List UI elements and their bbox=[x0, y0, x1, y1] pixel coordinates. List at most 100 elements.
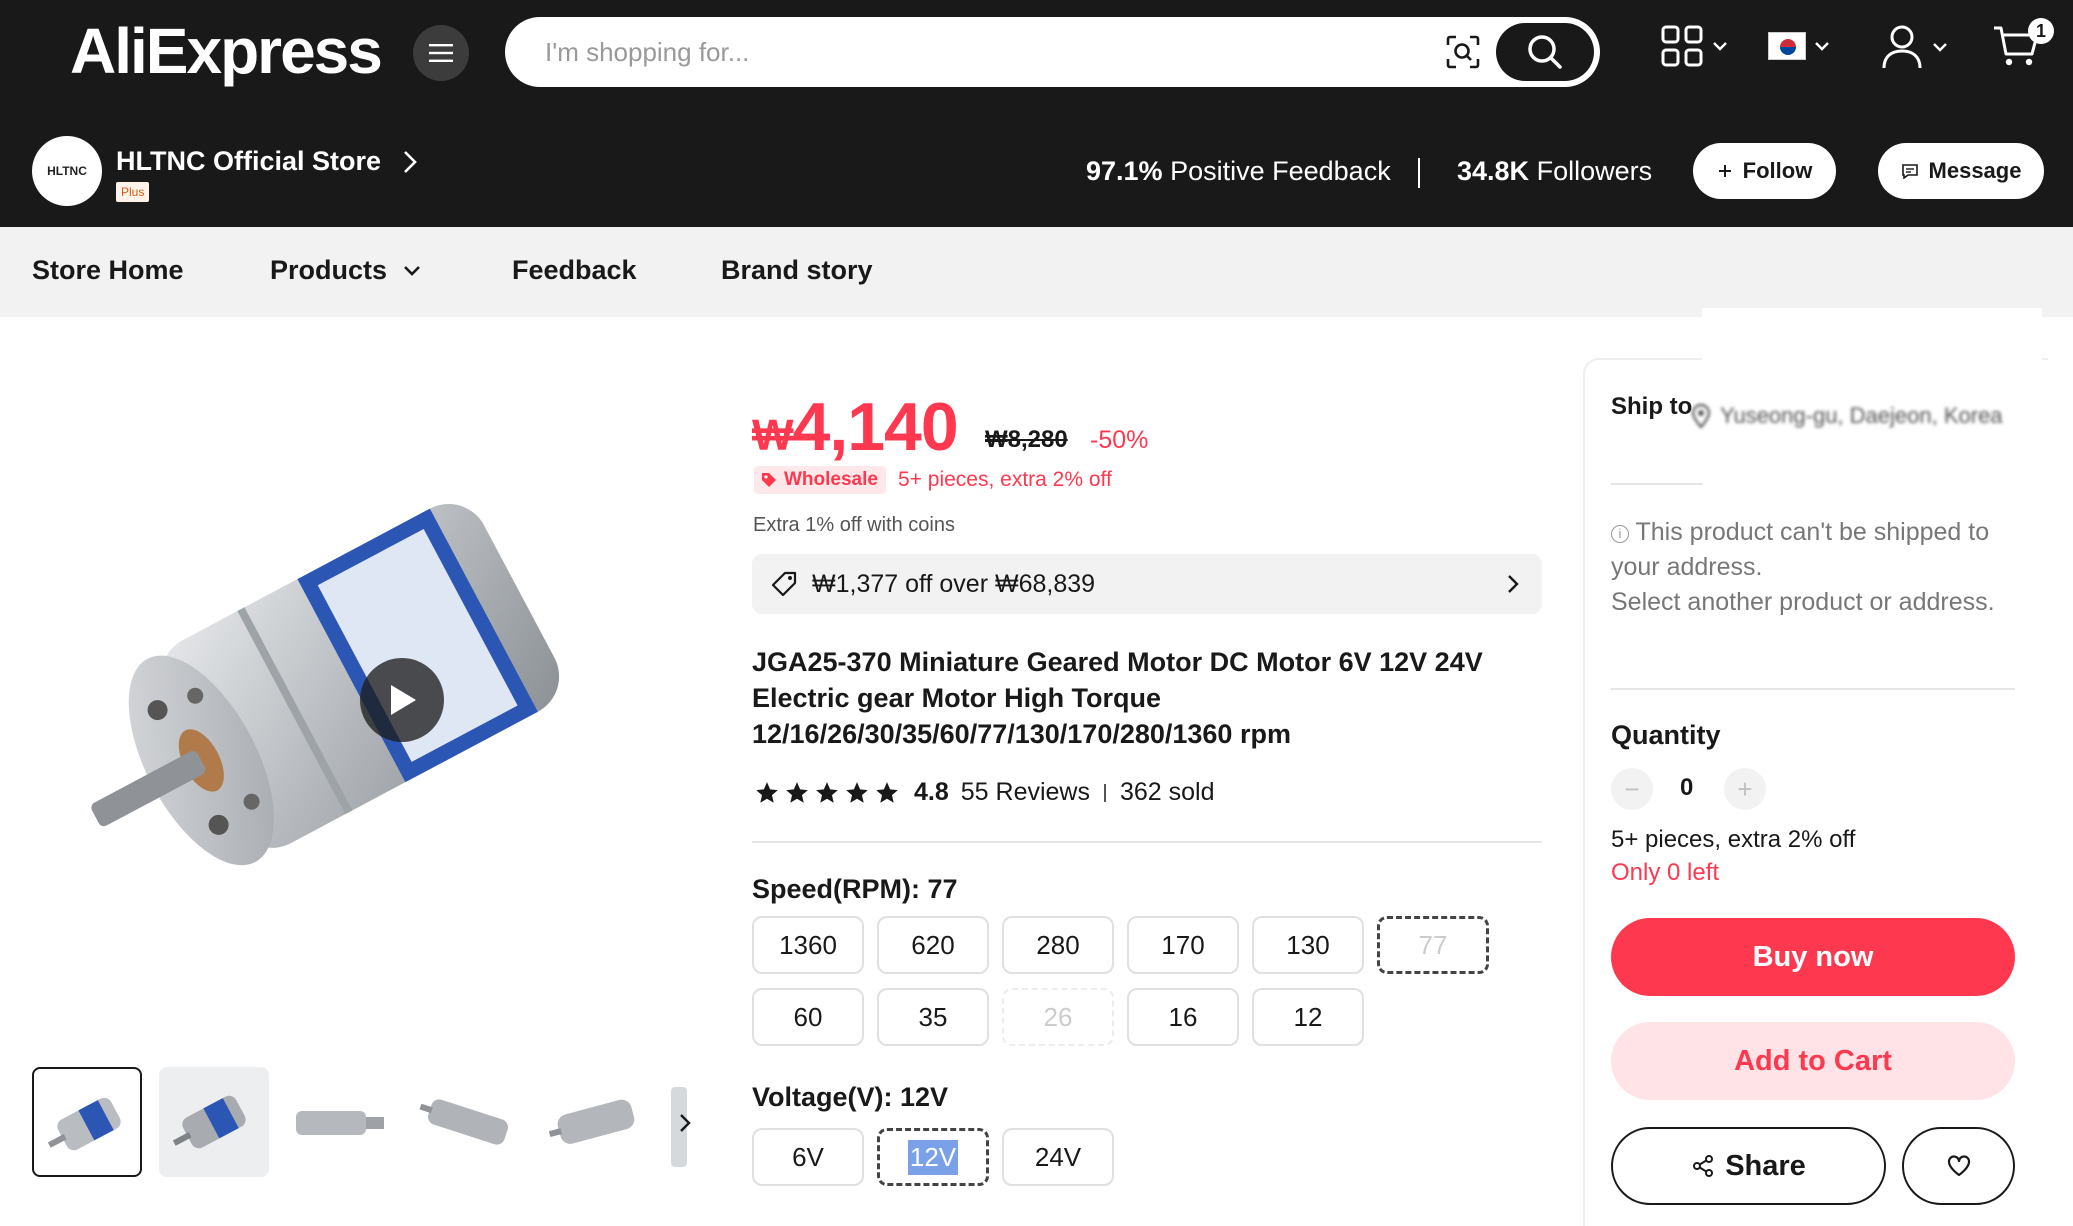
stat-divider bbox=[1418, 158, 1420, 188]
store-bar: HLTNC HLTNC Official Store Plus 97.1% Po… bbox=[0, 106, 2073, 227]
chevron-right-icon bbox=[1508, 575, 1519, 593]
main-product-image[interactable] bbox=[32, 358, 712, 1038]
app-qr-menu[interactable] bbox=[1660, 24, 1728, 68]
wholesale-offer: 5+ pieces, extra 2% off bbox=[898, 468, 1112, 491]
speed-option[interactable]: 170 bbox=[1127, 916, 1239, 974]
option-label: 77 bbox=[1418, 929, 1448, 960]
quantity-increase-button[interactable]: + bbox=[1724, 768, 1766, 810]
speed-option[interactable]: 60 bbox=[752, 988, 864, 1046]
speed-option[interactable]: 26 bbox=[1002, 988, 1114, 1046]
star-rating[interactable] bbox=[754, 780, 900, 806]
nav-brand-story[interactable]: Brand story bbox=[721, 255, 873, 286]
original-price: ₩8,280 bbox=[985, 426, 1068, 453]
speed-option[interactable]: 620 bbox=[877, 916, 989, 974]
korea-flag-icon bbox=[1768, 32, 1806, 60]
thumbnail-5[interactable] bbox=[540, 1067, 650, 1177]
speed-option[interactable]: 12 bbox=[1252, 988, 1364, 1046]
quantity-decrease-button[interactable]: − bbox=[1611, 768, 1653, 810]
info-icon: i bbox=[1611, 525, 1629, 543]
plus-icon bbox=[1718, 165, 1731, 177]
store-logo[interactable]: HLTNC bbox=[32, 136, 102, 206]
speed-option[interactable]: 130 bbox=[1252, 916, 1364, 974]
camera-search-icon[interactable] bbox=[1445, 34, 1481, 70]
chevron-down-icon bbox=[1933, 43, 1947, 52]
category-menu-button[interactable] bbox=[413, 25, 469, 81]
speed-label: Speed(RPM): 77 bbox=[752, 874, 958, 904]
play-icon bbox=[391, 685, 416, 715]
logo-text: AliExpress bbox=[70, 15, 383, 87]
play-video-button[interactable] bbox=[360, 658, 444, 742]
voltage-option[interactable]: 12V bbox=[877, 1128, 989, 1186]
message-button[interactable]: Message bbox=[1878, 143, 2044, 199]
thumbnail-3[interactable] bbox=[286, 1067, 396, 1177]
search-button[interactable] bbox=[1496, 23, 1594, 81]
nav-feedback[interactable]: Feedback bbox=[512, 255, 637, 286]
top-header: AliExpress 1 bbox=[0, 0, 2073, 106]
add-to-cart-button[interactable]: Add to Cart bbox=[1611, 1022, 2015, 1100]
voltage-option[interactable]: 24V bbox=[1002, 1128, 1114, 1186]
price-value: 4,140 bbox=[792, 389, 959, 465]
rating-value: 4.8 bbox=[914, 778, 949, 806]
search-bar bbox=[505, 17, 1600, 87]
cart-button[interactable]: 1 bbox=[1992, 18, 2054, 68]
option-label: 26 bbox=[1043, 1001, 1073, 1032]
account-menu[interactable] bbox=[1880, 24, 1948, 70]
option-label: 35 bbox=[918, 1001, 948, 1032]
store-name-link[interactable]: HLTNC Official Store bbox=[116, 146, 381, 177]
price-currency: ₩ bbox=[752, 411, 794, 460]
share-button[interactable]: Share bbox=[1611, 1127, 1886, 1205]
speed-option[interactable]: 77 bbox=[1377, 916, 1489, 974]
wholesale-badge: Wholesale bbox=[754, 466, 886, 494]
speed-option[interactable]: 35 bbox=[877, 988, 989, 1046]
voltage-option[interactable]: 6V bbox=[752, 1128, 864, 1186]
aliexpress-logo[interactable]: AliExpress bbox=[70, 14, 383, 88]
thumbnail-2[interactable] bbox=[159, 1067, 269, 1177]
chevron-down-icon bbox=[1713, 42, 1727, 51]
option-label: 130 bbox=[1286, 929, 1330, 960]
thumbnail-image bbox=[47, 1097, 121, 1151]
speed-option[interactable]: 1360 bbox=[752, 916, 864, 974]
ship-address-selector[interactable]: Yuseong-gu, Daejeon, Korea bbox=[1690, 403, 2003, 429]
positive-feedback-stat: 97.1% Positive Feedback bbox=[1086, 156, 1391, 187]
thumbnail-4[interactable] bbox=[413, 1067, 523, 1177]
ship-to-text: Ship to bbox=[1611, 393, 1693, 420]
chevron-down-icon bbox=[404, 265, 420, 276]
nav-products-label: Products bbox=[270, 255, 388, 285]
follow-button[interactable]: Follow bbox=[1693, 143, 1836, 199]
feedback-label: Positive Feedback bbox=[1170, 156, 1391, 186]
star-icon bbox=[756, 781, 778, 803]
heart-icon bbox=[1947, 1155, 1970, 1177]
followers-label: Followers bbox=[1536, 156, 1653, 186]
option-label: 16 bbox=[1168, 1001, 1198, 1032]
nav-store-home[interactable]: Store Home bbox=[32, 255, 184, 286]
tag-icon bbox=[762, 473, 776, 487]
panel-divider bbox=[1611, 688, 2015, 690]
warning-line-2: Select another product or address. bbox=[1611, 588, 1995, 616]
search-input[interactable] bbox=[545, 17, 1445, 87]
reviews-link[interactable]: 55 Reviews bbox=[961, 778, 1090, 807]
coins-offer: Extra 1% off with coins bbox=[753, 514, 955, 536]
speed-option[interactable]: 280 bbox=[1002, 916, 1114, 974]
buy-now-button[interactable]: Buy now bbox=[1611, 918, 2015, 996]
speed-option[interactable]: 16 bbox=[1127, 988, 1239, 1046]
region-selector[interactable] bbox=[1768, 32, 1830, 60]
thumbnail-image bbox=[419, 1099, 508, 1145]
coupon-bar[interactable]: ₩1,377 off over ₩68,839 bbox=[752, 554, 1542, 614]
shipping-warning: i This product can't be shipped to your … bbox=[1611, 515, 2011, 620]
section-divider bbox=[752, 841, 1542, 843]
wholesale-tag-label: Wholesale bbox=[784, 469, 878, 490]
coupon-text: ₩1,377 off over ₩68,839 bbox=[812, 570, 1096, 598]
product-title: JGA25-370 Miniature Geared Motor DC Moto… bbox=[752, 647, 1483, 749]
ship-address-text: Yuseong-gu, Daejeon, Korea bbox=[1720, 403, 2003, 428]
option-label: 12 bbox=[1293, 1001, 1323, 1032]
chevron-right-icon[interactable] bbox=[670, 1108, 700, 1138]
nav-products[interactable]: Products bbox=[270, 255, 421, 286]
quantity-value[interactable]: 0 bbox=[1680, 774, 1693, 802]
qr-code-icon bbox=[1661, 25, 1703, 67]
plus-badge: Plus bbox=[116, 182, 150, 202]
thumbnail-1[interactable] bbox=[32, 1067, 142, 1177]
chevron-right-icon[interactable] bbox=[402, 150, 418, 174]
wishlist-button[interactable] bbox=[1902, 1127, 2015, 1205]
star-icon bbox=[846, 781, 868, 803]
search-icon bbox=[1528, 35, 1562, 69]
